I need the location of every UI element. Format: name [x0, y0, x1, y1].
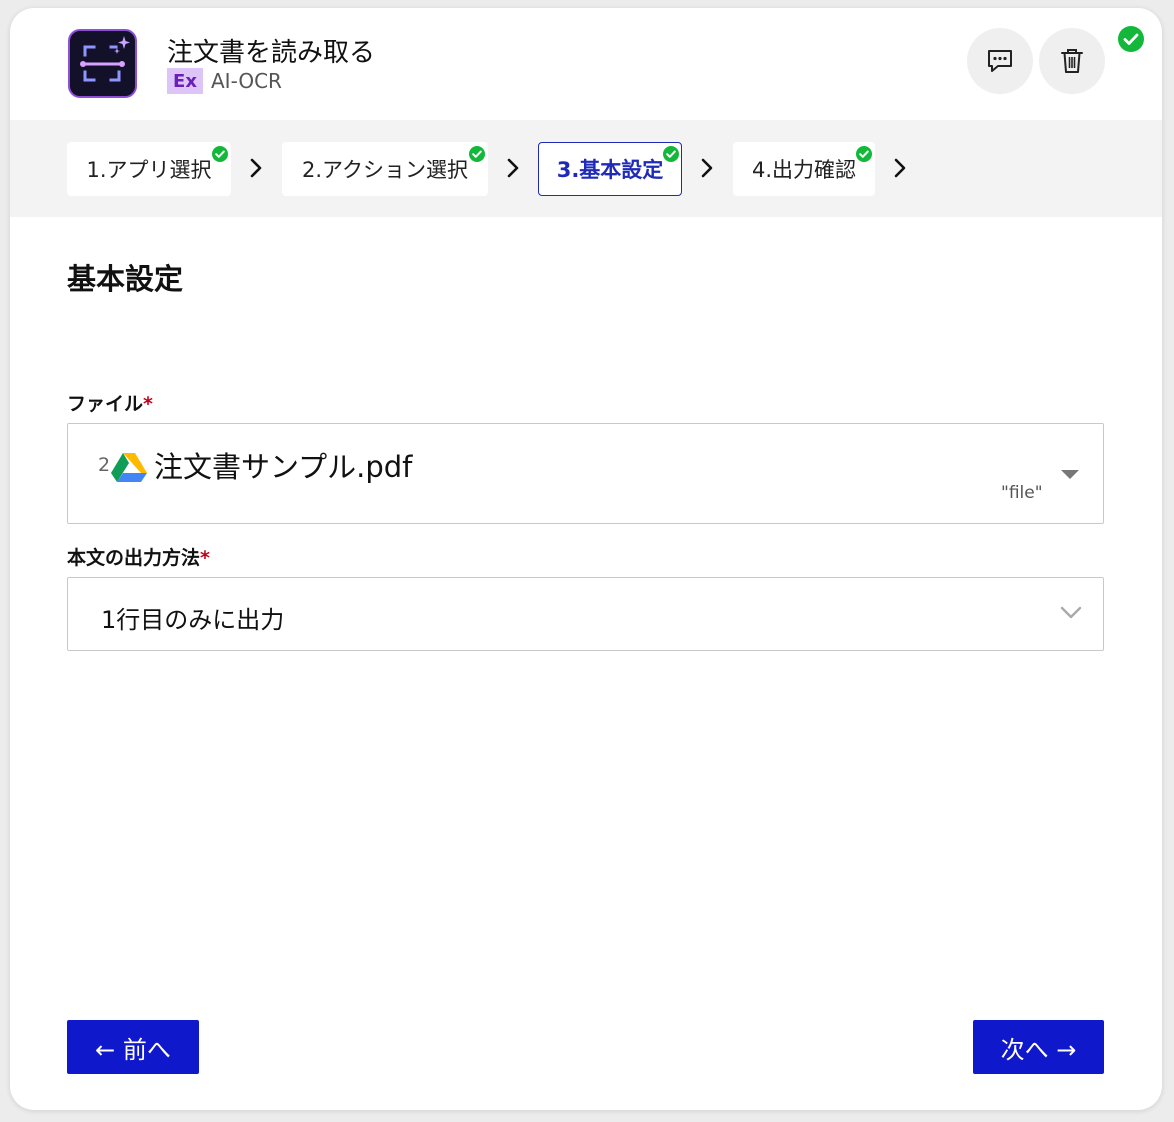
variable-name: "file"	[1001, 483, 1043, 503]
output-method-label: 本文の出力方法*	[67, 543, 210, 570]
required-mark: *	[143, 393, 153, 415]
file-select[interactable]: 2 注文書サンプル.pdf "file"	[67, 423, 1104, 524]
workflow-card: 注文書を読み取る Ex AI-OCR 1.アプリ選択 2.アクション選択 3.基…	[10, 8, 1162, 1110]
prev-button[interactable]: ← 前へ	[67, 1020, 199, 1074]
check-circle-icon	[469, 146, 485, 162]
trash-icon	[1061, 49, 1083, 73]
step-label: 4.出力確認	[751, 158, 857, 182]
step-label: 2.アクション選択	[302, 158, 468, 182]
step-action-select[interactable]: 2.アクション選択	[282, 142, 488, 196]
selected-value: 1行目のみに出力	[101, 606, 285, 634]
step-basic-settings[interactable]: 3.基本設定	[538, 142, 682, 196]
check-circle-icon	[1118, 26, 1144, 52]
delete-button[interactable]	[1039, 28, 1105, 94]
app-subtitle: Ex AI-OCR	[167, 68, 282, 94]
chevron-right-icon	[507, 158, 519, 178]
page-title: 注文書を読み取る	[167, 38, 376, 68]
app-name: AI-OCR	[211, 69, 282, 93]
file-index: 2	[98, 454, 111, 476]
header: 注文書を読み取る Ex AI-OCR	[10, 8, 1162, 120]
check-circle-icon	[212, 146, 228, 162]
chevron-right-icon	[250, 158, 262, 178]
step-app-select[interactable]: 1.アプリ選択	[67, 142, 231, 196]
step-label: 1.アプリ選択	[86, 158, 212, 182]
step-output-confirm[interactable]: 4.出力確認	[733, 142, 875, 196]
google-drive-icon	[111, 453, 147, 482]
output-method-select[interactable]: 1行目のみに出力	[67, 577, 1104, 651]
check-circle-icon	[663, 146, 679, 162]
chevron-right-icon	[894, 158, 906, 178]
section-title: 基本設定	[67, 262, 184, 296]
file-label-text: ファイル	[67, 393, 144, 415]
ex-badge: Ex	[167, 68, 203, 94]
required-mark: *	[200, 547, 210, 569]
caret-down-icon[interactable]	[1061, 470, 1079, 479]
output-label-text: 本文の出力方法	[67, 547, 201, 569]
stepper: 1.アプリ選択 2.アクション選択 3.基本設定 4.出力確認	[10, 120, 1162, 217]
check-circle-icon	[856, 146, 872, 162]
chevron-right-icon	[701, 158, 713, 178]
file-field-label: ファイル*	[67, 389, 153, 416]
ai-ocr-scan-icon	[68, 29, 137, 98]
step-label: 3.基本設定	[556, 158, 664, 182]
file-name: 注文書サンプル.pdf	[154, 450, 413, 484]
comment-button[interactable]	[967, 28, 1033, 94]
chevron-down-icon	[1060, 606, 1082, 619]
comment-icon	[988, 50, 1012, 72]
next-button[interactable]: 次へ →	[973, 1020, 1104, 1074]
